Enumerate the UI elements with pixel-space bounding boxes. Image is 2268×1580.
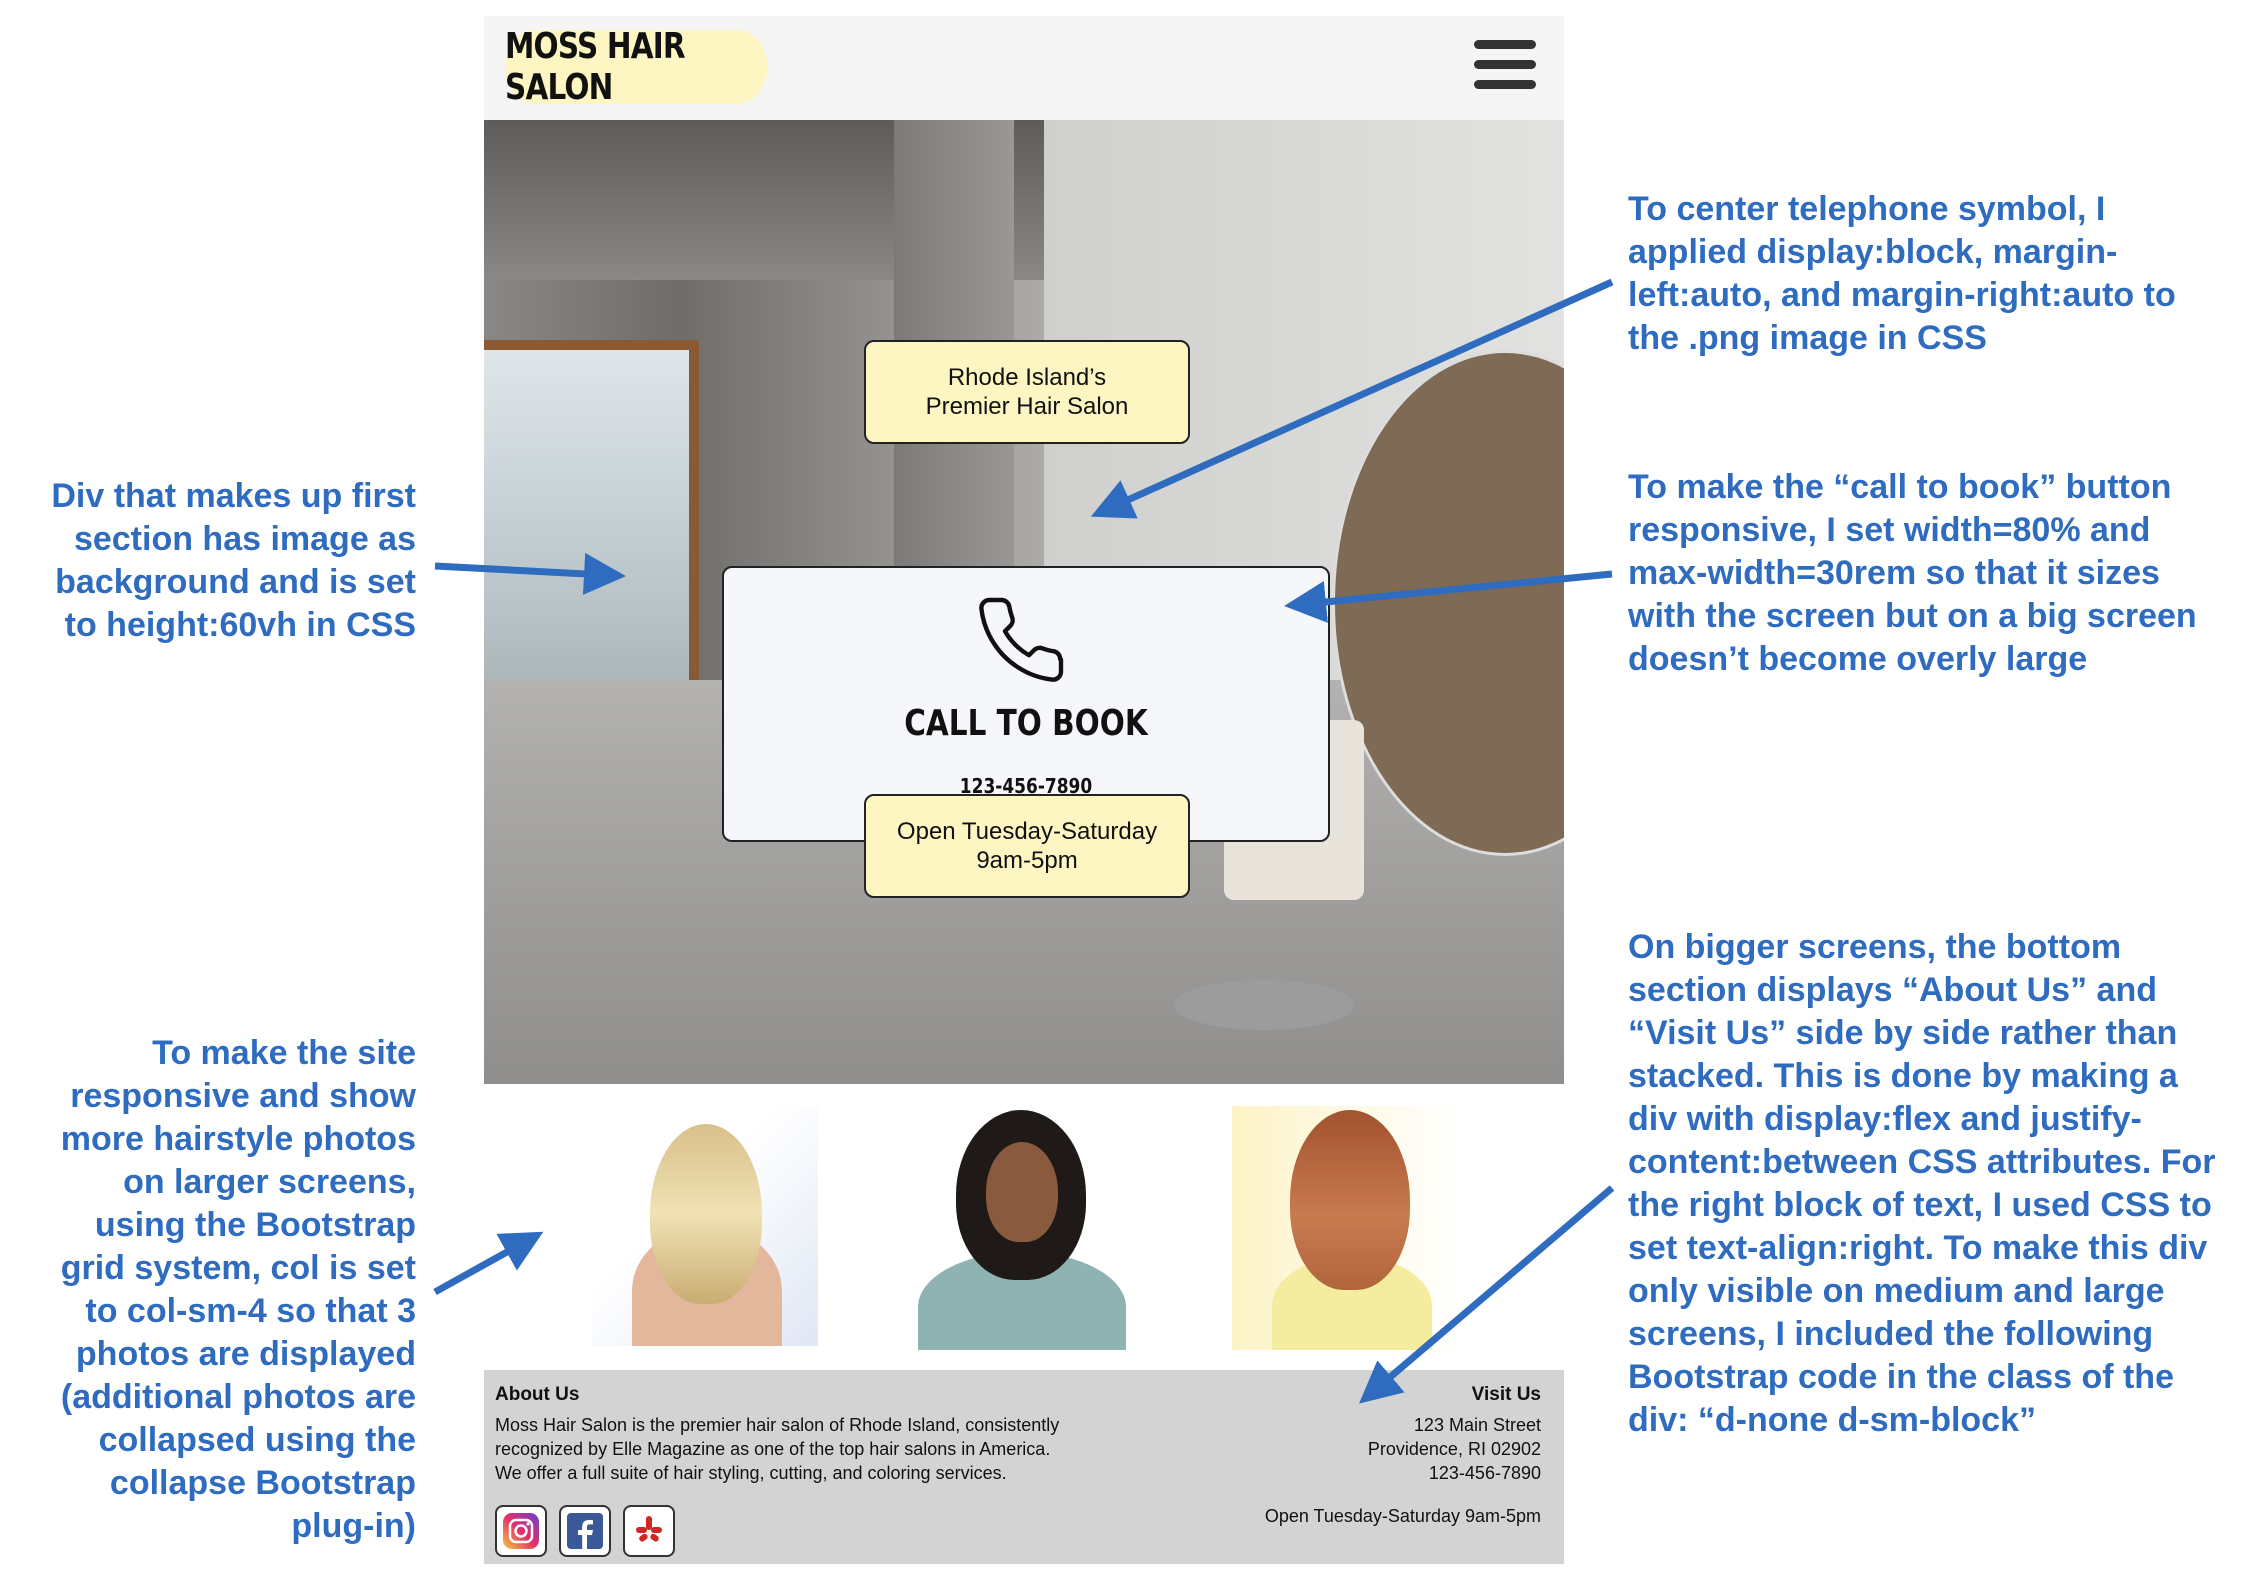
tagline-line1: Rhode Island’s [947, 364, 1107, 391]
yelp-icon[interactable] [623, 1505, 675, 1557]
phone-icon [979, 597, 1064, 682]
footer-hours: Open Tuesday-Saturday 9am-5pm [1264, 1506, 1541, 1526]
brand-logo[interactable]: MOSS HAIR SALON [505, 26, 768, 108]
hours-line1: Open Tuesday-Saturday [896, 818, 1158, 845]
instagram-icon[interactable] [495, 1505, 547, 1557]
tagline-box: Rhode Island’s Premier Hair Salon [864, 340, 1190, 444]
hero-section: Rhode Island’s Premier Hair Salon CALL T… [484, 120, 1564, 1084]
tagline-line2: Premier Hair Salon [925, 393, 1129, 420]
annotation-footer-layout: On bigger screens, the bottom section di… [1628, 928, 2216, 1439]
facebook-icon[interactable] [559, 1505, 611, 1557]
about-text: Moss Hair Salon is the premier hair salo… [495, 1415, 1060, 1483]
annotation-phone-centering: To center telephone symbol, I applied di… [1628, 190, 2176, 357]
hours-line2: 9am-5pm [976, 847, 1078, 874]
hairstyle-photo-3[interactable] [1232, 1106, 1462, 1350]
annotation-call-button: To make the “call to book” button respon… [1628, 468, 2197, 678]
visit-heading: Visit Us [1471, 1384, 1541, 1405]
website-mockup: MOSS HAIR SALON Rhode Island’s Premier H… [484, 16, 1564, 1564]
hamburger-menu-icon[interactable] [1474, 40, 1538, 94]
footer: About Us Moss Hair Salon is the premier … [484, 1370, 1564, 1564]
hairstyle-photo-1[interactable] [592, 1106, 818, 1346]
hairstyle-photo-2[interactable] [896, 1102, 1148, 1350]
hours-box: Open Tuesday-Saturday 9am-5pm [864, 794, 1190, 898]
annotation-bootstrap-grid: To make the site responsive and show mor… [60, 1034, 416, 1545]
navbar: MOSS HAIR SALON [484, 16, 1564, 120]
about-heading: About Us [495, 1384, 580, 1405]
annotation-hero-background: Div that makes up first section has imag… [51, 477, 416, 644]
call-to-book-label: CALL TO BOOK [904, 703, 1148, 744]
visit-address: 123 Main Street Providence, RI 02902 123… [1367, 1415, 1541, 1483]
